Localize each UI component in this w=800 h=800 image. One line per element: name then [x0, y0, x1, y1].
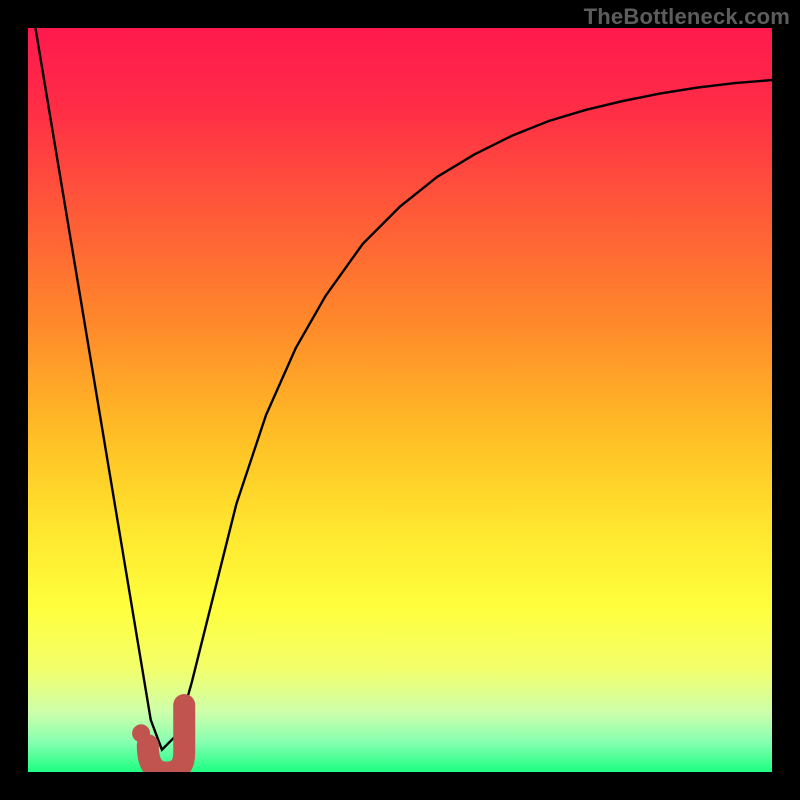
chart-frame: TheBottleneck.com [0, 0, 800, 800]
chart-svg [28, 28, 772, 772]
marker-dot-icon [132, 724, 150, 742]
gradient-background [28, 28, 772, 772]
plot-area [28, 28, 772, 772]
watermark-text: TheBottleneck.com [584, 4, 790, 30]
